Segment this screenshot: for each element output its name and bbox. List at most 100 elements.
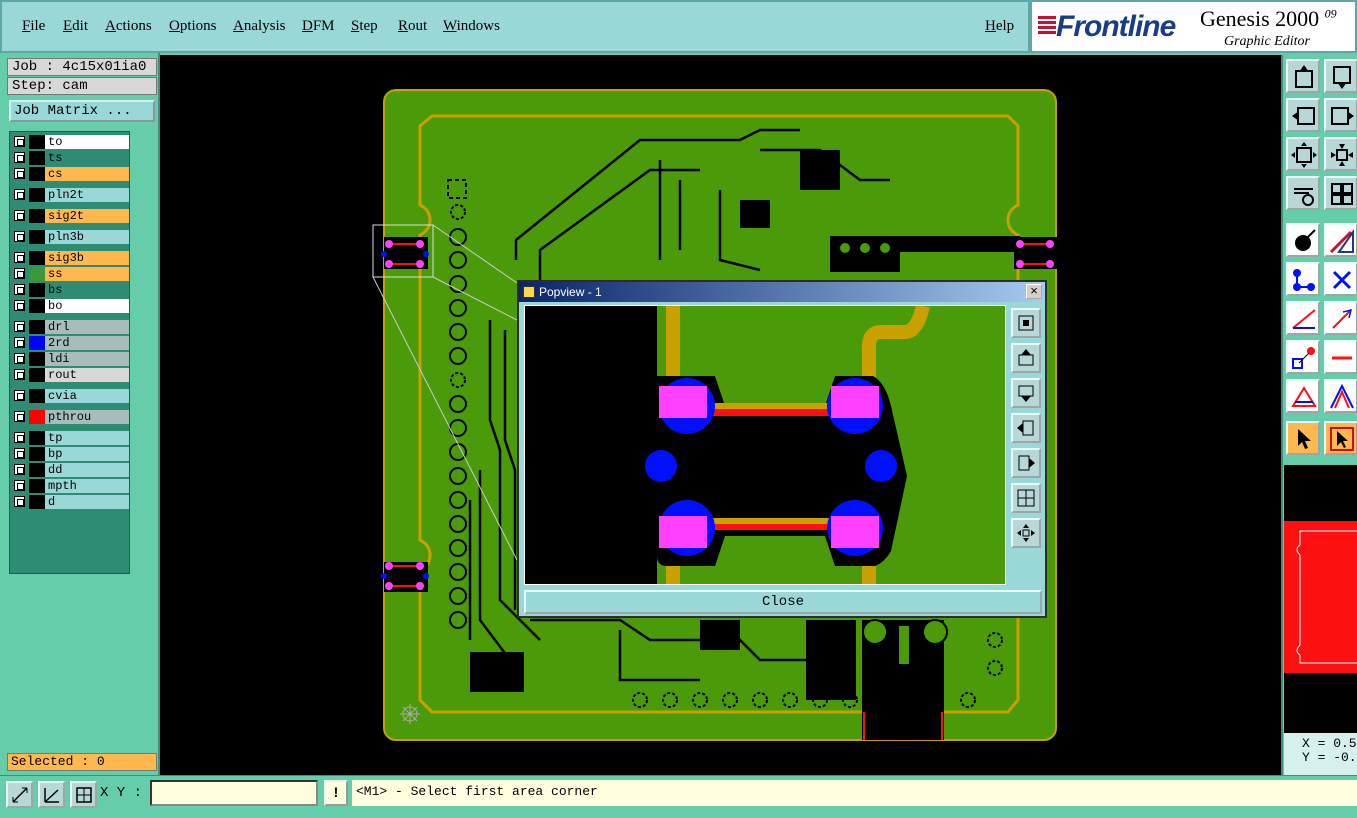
popview-pan-right-button[interactable] xyxy=(1011,448,1041,478)
layer-color-swatch[interactable] xyxy=(29,352,45,366)
layer-name[interactable]: cs xyxy=(45,167,129,181)
layer-color-swatch[interactable] xyxy=(29,135,45,149)
layer-color-swatch[interactable] xyxy=(29,267,45,281)
layer-row-to[interactable]: to xyxy=(12,135,129,149)
alert-button[interactable]: ! xyxy=(324,780,348,806)
layer-checkbox[interactable] xyxy=(14,321,25,332)
layer-name[interactable]: d xyxy=(45,495,129,509)
select-area-button[interactable] xyxy=(1324,421,1357,455)
layer-color-swatch[interactable] xyxy=(29,336,45,350)
layer-name[interactable]: sig2t xyxy=(45,209,129,223)
xy-input[interactable] xyxy=(150,780,318,806)
zoom-in-button[interactable] xyxy=(1286,137,1320,171)
layer-name[interactable]: to xyxy=(45,135,129,149)
layer-name[interactable]: bp xyxy=(45,447,129,461)
layer-name[interactable]: dd xyxy=(45,463,129,477)
layer-color-swatch[interactable] xyxy=(29,463,45,477)
layer-row-sig2t[interactable]: sig2t xyxy=(12,209,129,223)
layer-checkbox[interactable] xyxy=(14,480,25,491)
popview-window[interactable]: Popview - 1 × Close xyxy=(517,280,1047,618)
add-pad-button[interactable] xyxy=(1286,223,1320,257)
tools-button[interactable] xyxy=(1286,176,1320,210)
layer-color-swatch[interactable] xyxy=(29,230,45,244)
pad-edit-button[interactable] xyxy=(1286,340,1320,374)
menu-rout[interactable]: Rout xyxy=(398,18,427,35)
move-right-button[interactable] xyxy=(1324,98,1357,132)
layer-name[interactable]: ts xyxy=(45,151,129,165)
layer-color-swatch[interactable] xyxy=(29,283,45,297)
popview-zoom-button[interactable] xyxy=(1011,518,1041,548)
layer-color-swatch[interactable] xyxy=(29,209,45,223)
layer-name[interactable]: pthrou xyxy=(45,410,129,424)
popview-titlebar[interactable]: Popview - 1 × xyxy=(519,282,1045,302)
slash-button[interactable] xyxy=(1324,301,1357,335)
layer-name[interactable]: pln3b xyxy=(45,230,129,244)
layer-row-rout[interactable]: rout xyxy=(12,368,129,382)
layer-checkbox[interactable] xyxy=(14,136,25,147)
layer-row-2rd[interactable]: 2rd xyxy=(12,336,129,350)
layer-name[interactable]: drl xyxy=(45,320,129,334)
popview-viewport[interactable] xyxy=(524,305,1006,585)
net-button[interactable] xyxy=(1286,262,1320,296)
popview-close-icon[interactable]: × xyxy=(1026,284,1042,299)
layer-checkbox[interactable] xyxy=(14,369,25,380)
add-line-button[interactable] xyxy=(1324,223,1357,257)
layer-name[interactable]: sig3b xyxy=(45,251,129,265)
layer-checkbox[interactable] xyxy=(14,411,25,422)
layer-row-bs[interactable]: bs xyxy=(12,283,129,297)
layer-checkbox[interactable] xyxy=(14,268,25,279)
select-button[interactable] xyxy=(1286,421,1320,455)
layer-row-mpth[interactable]: mpth xyxy=(12,479,129,493)
layer-color-swatch[interactable] xyxy=(29,299,45,313)
layer-name[interactable]: rout xyxy=(45,368,129,382)
layer-name[interactable]: tp xyxy=(45,431,129,445)
layer-checkbox[interactable] xyxy=(14,152,25,163)
layer-row-ldi[interactable]: ldi xyxy=(12,352,129,366)
layer-row-d[interactable]: d xyxy=(12,495,129,509)
popview-pan-up-button[interactable] xyxy=(1011,343,1041,373)
layer-row-tp[interactable]: tp xyxy=(12,431,129,445)
layer-color-swatch[interactable] xyxy=(29,151,45,165)
popview-zoom-home-button[interactable] xyxy=(1011,308,1041,338)
layer-row-bo[interactable]: bo xyxy=(12,299,129,313)
layer-row-ts[interactable]: ts xyxy=(12,151,129,165)
layer-checkbox[interactable] xyxy=(14,252,25,263)
layer-color-swatch[interactable] xyxy=(29,447,45,461)
layer-color-swatch[interactable] xyxy=(29,320,45,334)
menu-edit[interactable]: Edit xyxy=(63,18,88,35)
popview-pan-down-button[interactable] xyxy=(1011,378,1041,408)
layer-checkbox[interactable] xyxy=(14,448,25,459)
job-matrix-button[interactable]: Job Matrix ... xyxy=(9,100,155,122)
delete-button[interactable] xyxy=(1324,262,1357,296)
layer-row-pln3b[interactable]: pln3b xyxy=(12,230,129,244)
layer-name[interactable]: cvia xyxy=(45,389,129,403)
layer-name[interactable]: pln2t xyxy=(45,188,129,202)
menu-actions[interactable]: Actions xyxy=(105,18,152,35)
layer-checkbox[interactable] xyxy=(14,284,25,295)
minus-button[interactable] xyxy=(1324,340,1357,374)
grid-snap-button[interactable] xyxy=(70,781,97,808)
menu-file[interactable]: File xyxy=(22,18,45,35)
layer-checkbox[interactable] xyxy=(14,432,25,443)
menu-options[interactable]: Options xyxy=(169,18,217,35)
layer-color-swatch[interactable] xyxy=(29,431,45,445)
layer-name[interactable]: ldi xyxy=(45,352,129,366)
arch-button[interactable] xyxy=(1324,379,1357,413)
layer-color-swatch[interactable] xyxy=(29,495,45,509)
layer-checkbox[interactable] xyxy=(14,210,25,221)
layer-color-swatch[interactable] xyxy=(29,167,45,181)
layer-name[interactable]: 2rd xyxy=(45,336,129,350)
layer-color-swatch[interactable] xyxy=(29,188,45,202)
layer-row-cvia[interactable]: cvia xyxy=(12,389,129,403)
layer-row-cs[interactable]: cs xyxy=(12,167,129,181)
minimap[interactable] xyxy=(1284,465,1357,733)
layer-color-swatch[interactable] xyxy=(29,479,45,493)
layer-checkbox[interactable] xyxy=(14,231,25,242)
layer-checkbox[interactable] xyxy=(14,168,25,179)
menu-help[interactable]: Help xyxy=(985,18,1014,35)
layer-color-swatch[interactable] xyxy=(29,251,45,265)
layer-row-dd[interactable]: dd xyxy=(12,463,129,477)
layer-checkbox[interactable] xyxy=(14,390,25,401)
layer-row-bp[interactable]: bp xyxy=(12,447,129,461)
measure-button[interactable] xyxy=(6,781,33,808)
